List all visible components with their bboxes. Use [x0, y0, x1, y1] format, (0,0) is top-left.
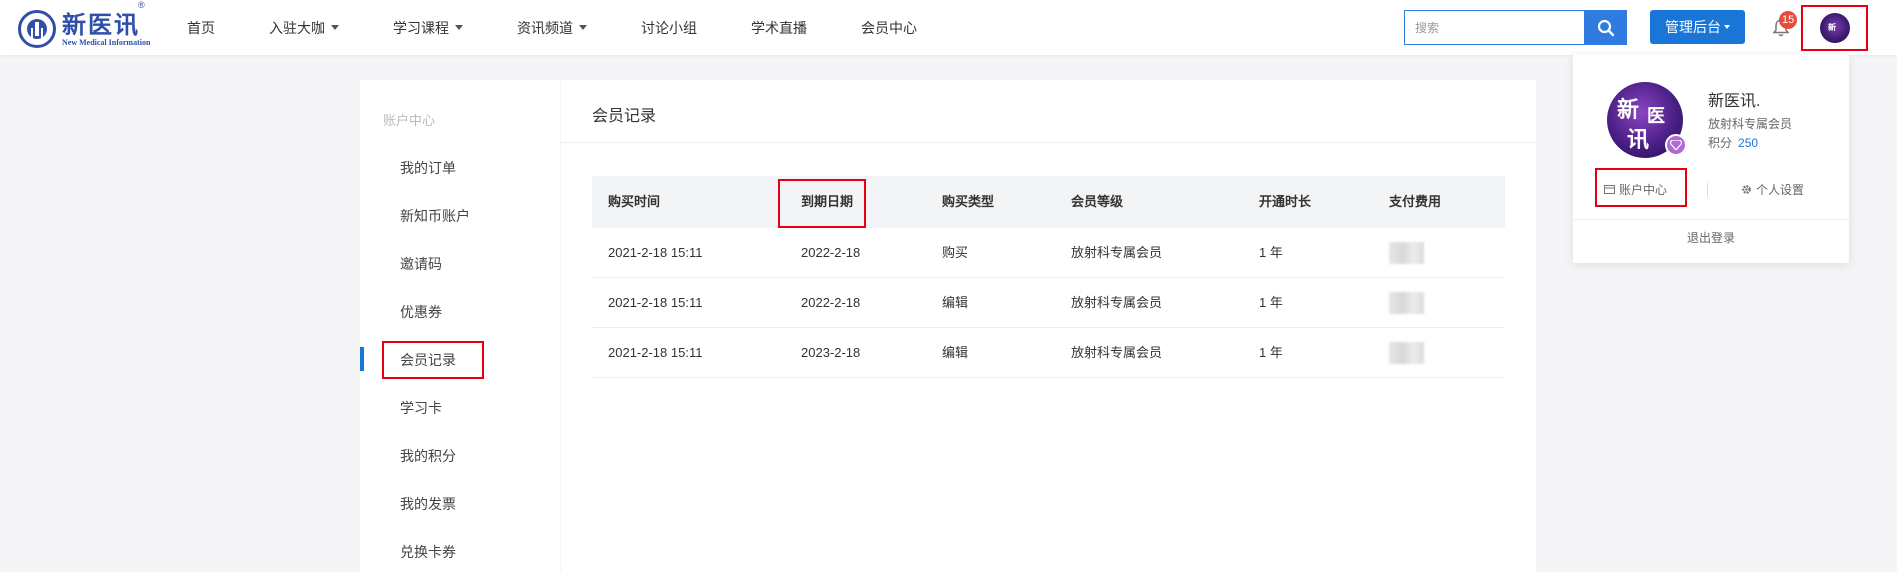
admin-console-button[interactable]: 管理后台: [1650, 10, 1745, 44]
table-cell: 编辑: [942, 295, 969, 310]
personal-settings-link[interactable]: 个人设置: [1741, 181, 1804, 198]
logo-emblem-icon: [18, 10, 56, 48]
highlight-membership-records: [382, 341, 484, 379]
account-sidebar: 账户中心 我的订单 新知币账户 邀请码 优惠券 会员记录 学习卡 我的积分 我的…: [360, 80, 560, 572]
highlight-account-center: [1595, 168, 1687, 207]
dropdown-divider: [1573, 219, 1849, 220]
link-separator: [1707, 183, 1708, 197]
logo-title: 新医讯: [62, 9, 140, 39]
nav-member-center[interactable]: 会员中心: [861, 18, 917, 38]
highlight-expiry-header: [778, 179, 866, 228]
notification-badge: 15: [1779, 11, 1798, 29]
nav-courses[interactable]: 学习课程: [393, 18, 463, 38]
logout-link[interactable]: 退出登录: [1573, 229, 1849, 246]
redacted-fee: [1389, 342, 1424, 364]
table-cell: 2021-2-18 15:11: [608, 245, 703, 260]
table-cell: 1 年: [1259, 345, 1283, 360]
table-cell: 1 年: [1259, 245, 1283, 260]
table-cell: 2022-2-18: [801, 295, 861, 310]
chevron-down-icon: [331, 25, 339, 30]
sidebar-item-invoices[interactable]: 我的发票: [400, 494, 456, 514]
table-cell: 放射科专属会员: [1071, 245, 1163, 260]
table-cell: 1 年: [1259, 295, 1283, 310]
column-header: 支付费用: [1389, 194, 1442, 209]
logo-subtitle: New Medical Information: [62, 37, 151, 47]
search-button[interactable]: [1584, 10, 1627, 45]
column-header: 购买类型: [942, 194, 995, 209]
chevron-down-icon: [1724, 25, 1730, 29]
table-cell: 2021-2-18 15:11: [608, 345, 703, 360]
column-header: 开通时长: [1259, 194, 1312, 209]
search-box: [1404, 10, 1584, 45]
nav-live[interactable]: 学术直播: [751, 18, 807, 38]
site-logo[interactable]: 新医讯 New Medical Information: [18, 10, 150, 48]
main-content: 会员记录 购买时间 到期日期 购买类型 会员等级 开通时长 支付费用 2021-…: [561, 80, 1536, 572]
highlight-avatar: [1801, 5, 1868, 51]
column-header: 会员等级: [1071, 194, 1124, 209]
top-header: 新医讯 New Medical Information ® 首页 入驻大咖 学习…: [0, 0, 1897, 55]
membership-table: 购买时间 到期日期 购买类型 会员等级 开通时长 支付费用 2021-2-18 …: [592, 176, 1505, 378]
main-nav: 首页 入驻大咖 学习课程 资讯频道 讨论小组 学术直播 会员中心: [187, 0, 971, 55]
table-cell: 放射科专属会员: [1071, 295, 1163, 310]
table-row: 2021-2-18 15:11 2022-2-18 编辑 放射科专属会员 1 年: [592, 278, 1505, 328]
table-cell: 购买: [942, 245, 969, 260]
gear-icon: [1742, 185, 1751, 194]
table-row: 2021-2-18 15:11 2022-2-18 购买 放射科专属会员 1 年: [592, 228, 1505, 278]
chevron-down-icon: [455, 25, 463, 30]
sidebar-item-points[interactable]: 我的积分: [400, 446, 456, 466]
nav-home[interactable]: 首页: [187, 18, 215, 38]
nav-experts[interactable]: 入驻大咖: [269, 18, 339, 38]
sidebar-active-indicator: [360, 347, 364, 371]
chevron-down-icon: [579, 25, 587, 30]
title-divider: [561, 142, 1536, 143]
registered-mark: ®: [138, 0, 145, 10]
table-row: 2021-2-18 15:11 2023-2-18 编辑 放射科专属会员 1 年: [592, 328, 1505, 378]
sidebar-item-coin-account[interactable]: 新知币账户: [400, 206, 470, 226]
table-cell: 编辑: [942, 345, 969, 360]
table-header: 购买时间 到期日期 购买类型 会员等级 开通时长 支付费用: [592, 176, 1505, 228]
redacted-fee: [1389, 242, 1424, 264]
redacted-fee: [1389, 292, 1424, 314]
table-cell: 2021-2-18 15:11: [608, 295, 703, 310]
user-dropdown: 新 医 讯 新医讯. 放射科专属会员 积分 250 账户中心 个人设置 退出登录: [1573, 55, 1849, 263]
sidebar-item-invite-code[interactable]: 邀请码: [400, 254, 442, 274]
search-icon: [1597, 19, 1614, 36]
sidebar-title: 账户中心: [383, 113, 436, 128]
sidebar-item-redeem-card[interactable]: 兑换卡券: [400, 542, 456, 562]
table-cell: 放射科专属会员: [1071, 345, 1163, 360]
diamond-icon: [1665, 134, 1687, 156]
profile-membership: 放射科专属会员: [1708, 117, 1793, 131]
column-header: 购买时间: [608, 194, 661, 209]
profile-points: 积分 250: [1708, 136, 1759, 150]
sidebar-item-study-card[interactable]: 学习卡: [400, 398, 442, 418]
sidebar-item-coupons[interactable]: 优惠券: [400, 302, 442, 322]
nav-groups[interactable]: 讨论小组: [641, 18, 697, 38]
nav-news[interactable]: 资讯频道: [517, 18, 587, 38]
table-cell: 2023-2-18: [801, 345, 861, 360]
search-input[interactable]: [1405, 11, 1584, 44]
page-title: 会员记录: [592, 108, 657, 125]
profile-name: 新医讯.: [1708, 93, 1761, 110]
table-cell: 2022-2-18: [801, 245, 861, 260]
sidebar-item-orders[interactable]: 我的订单: [400, 158, 456, 178]
